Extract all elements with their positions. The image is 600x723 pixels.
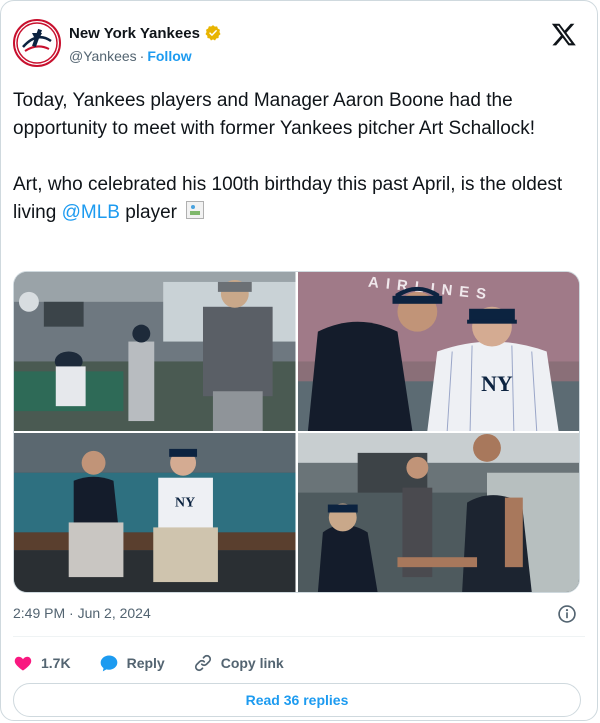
photo-grid: AIRLINES NY NY: [13, 271, 580, 593]
tweet-paragraph-2-suffix: player: [119, 202, 183, 223]
copy-link-button[interactable]: Copy link: [193, 653, 284, 673]
account-handle[interactable]: @Yankees: [69, 48, 137, 64]
actions-bar: 1.7K Reply Copy link: [13, 651, 312, 675]
separator-dot: ·: [139, 48, 145, 64]
info-icon[interactable]: [557, 604, 577, 624]
account-name-row: New York Yankees: [69, 24, 222, 42]
tweet-paragraph-1: Today, Yankees players and Manager Aaron…: [13, 90, 536, 139]
svg-text:NY: NY: [175, 496, 195, 511]
like-button[interactable]: 1.7K: [13, 653, 71, 673]
tweet-timestamp[interactable]: 2:49 PM · Jun 2, 2024: [13, 605, 151, 621]
handle-row: @Yankees · Follow: [69, 48, 192, 64]
verified-badge-icon: [205, 25, 221, 41]
photo-3[interactable]: NY: [14, 433, 296, 592]
svg-text:NY: NY: [481, 372, 513, 396]
broken-image-icon: [186, 201, 205, 219]
tweet-paragraph-2: Art, who celebrated his 100th birthday t…: [13, 171, 585, 227]
photo-4[interactable]: [297, 433, 579, 592]
x-logo-icon[interactable]: [551, 21, 577, 47]
account-name[interactable]: New York Yankees: [69, 25, 200, 42]
photo-2[interactable]: AIRLINES NY: [297, 272, 579, 431]
heart-icon: [14, 656, 32, 671]
link-icon: [194, 654, 211, 672]
tweet-text: Today, Yankees players and Manager Aaron…: [13, 87, 585, 227]
follow-button[interactable]: Follow: [147, 48, 191, 64]
mlb-mention-link[interactable]: @MLB: [62, 202, 120, 223]
yankees-logo-icon[interactable]: [13, 19, 61, 67]
divider: [13, 636, 585, 637]
copy-link-label: Copy link: [220, 655, 284, 671]
reply-label: Reply: [126, 655, 165, 671]
like-count: 1.7K: [41, 655, 71, 671]
tweet-embed-card: New York Yankees @Yankees · Follow Today, …: [0, 0, 598, 721]
photo-1[interactable]: [14, 272, 296, 431]
reply-button[interactable]: Reply: [99, 653, 165, 673]
reply-bubble-icon: [100, 655, 117, 672]
read-replies-button[interactable]: Read 36 replies: [13, 683, 581, 717]
